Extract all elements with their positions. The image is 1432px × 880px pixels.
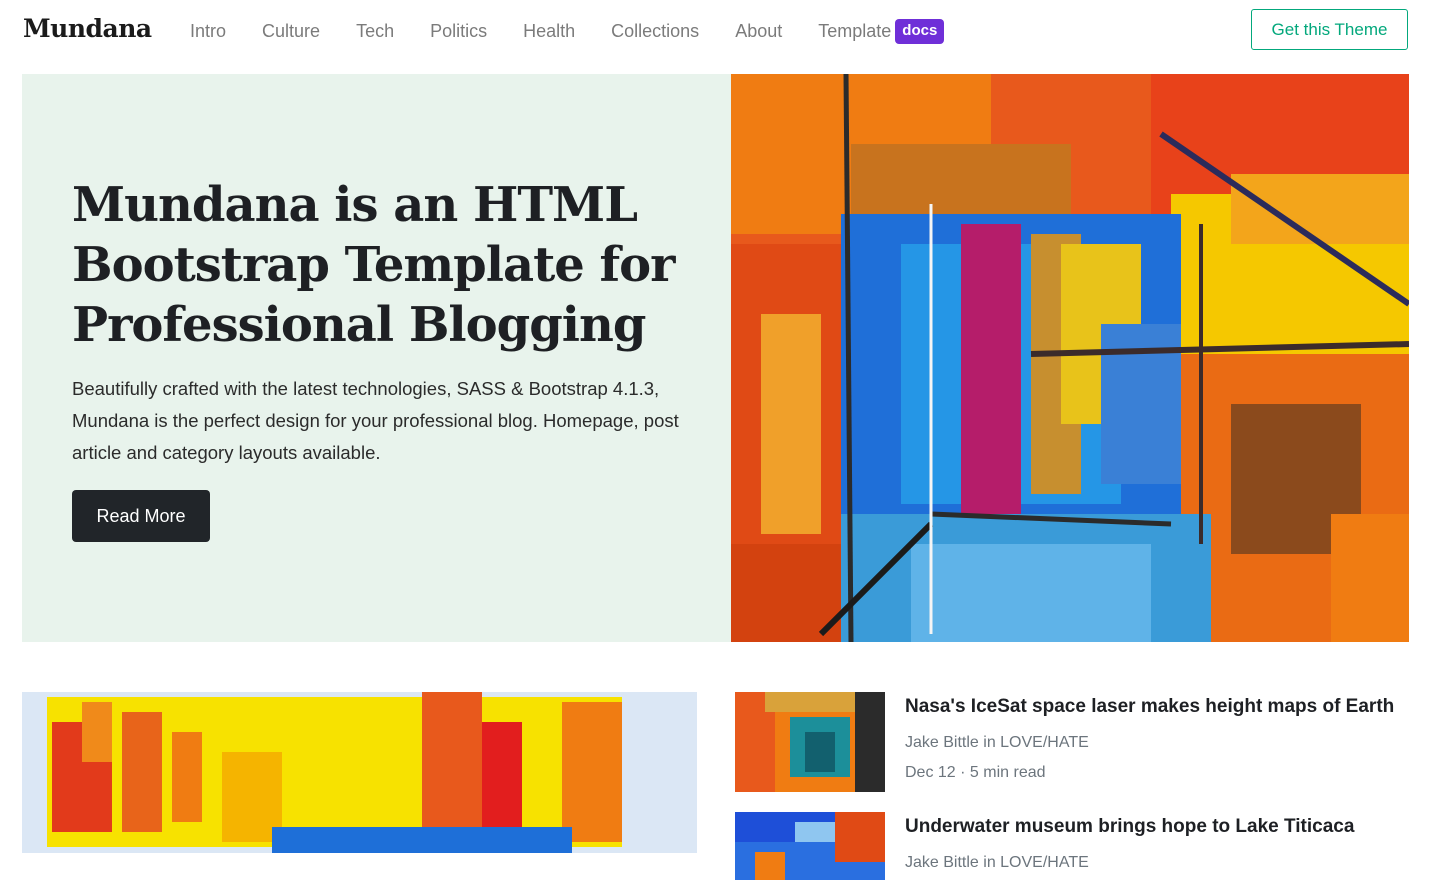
nav-item-collections[interactable]: Collections xyxy=(611,21,699,42)
docs-badge: docs xyxy=(895,19,945,44)
nav-item-template[interactable]: Template docs xyxy=(818,19,945,44)
post-title[interactable]: Underwater museum brings hope to Lake Ti… xyxy=(905,816,1354,838)
post-item: Nasa's IceSat space laser makes height m… xyxy=(735,692,1415,792)
post-author: Jake Bittle in LOVE/HATE xyxy=(905,854,1089,871)
read-more-button[interactable]: Read More xyxy=(72,490,210,542)
nav-links: Intro Culture Tech Politics Health Colle… xyxy=(190,19,945,44)
nav-item-intro[interactable]: Intro xyxy=(190,21,226,42)
hero-title: Mundana is an HTML Bootstrap Template fo… xyxy=(72,177,675,353)
navbar: Mundana Intro Culture Tech Politics Heal… xyxy=(0,0,1432,62)
post-thumbnail[interactable] xyxy=(735,812,885,880)
get-theme-button[interactable]: Get this Theme xyxy=(1251,9,1408,50)
brand-logo[interactable]: Mundana xyxy=(23,14,152,43)
hero-description: Beautifully crafted with the latest tech… xyxy=(72,378,679,463)
nav-item-culture[interactable]: Culture xyxy=(262,21,320,42)
nav-item-politics[interactable]: Politics xyxy=(430,21,487,42)
hero-painting-image[interactable] xyxy=(731,74,1409,642)
nav-item-about[interactable]: About xyxy=(735,21,782,42)
post-title[interactable]: Nasa's IceSat space laser makes height m… xyxy=(905,696,1394,718)
nav-item-template-label: Template xyxy=(818,21,892,41)
nav-item-tech[interactable]: Tech xyxy=(356,21,394,42)
post-meta: Dec 12 · 5 min read xyxy=(905,764,1046,781)
nav-item-health[interactable]: Health xyxy=(523,21,575,42)
post-thumbnail[interactable] xyxy=(735,692,885,792)
feature-painting-image[interactable] xyxy=(22,692,697,853)
hero-panel: Mundana is an HTML Bootstrap Template fo… xyxy=(22,74,731,642)
post-item: Underwater museum brings hope to Lake Ti… xyxy=(735,812,1415,880)
post-author: Jake Bittle in LOVE/HATE xyxy=(905,734,1089,751)
